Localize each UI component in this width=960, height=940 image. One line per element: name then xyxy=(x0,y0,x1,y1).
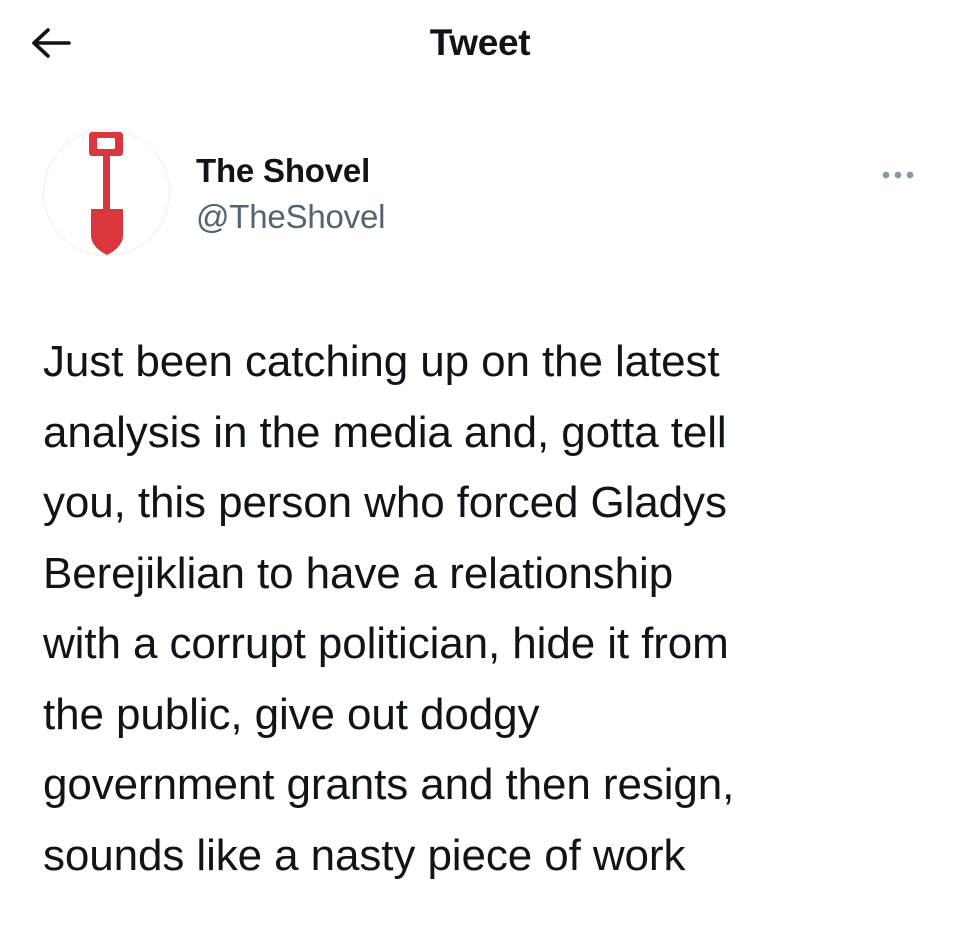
avatar[interactable] xyxy=(44,130,169,255)
more-horizontal-icon xyxy=(882,171,914,179)
page-title: Tweet xyxy=(429,22,531,63)
tweet-text-line: the public, give out dodgy xyxy=(43,689,540,739)
author-display-name[interactable]: The Shovel xyxy=(196,152,370,190)
tweet-text-line: Just been catching up on the latest xyxy=(43,337,720,386)
tweet-text: Just been catching up on the latest anal… xyxy=(43,327,933,891)
tweet-text-line: analysis in the media and, gotta tell xyxy=(43,407,727,457)
author-handle[interactable]: @TheShovel xyxy=(196,198,385,236)
tweet-text-line: government grants and then resign, xyxy=(43,760,735,809)
top-bar: Tweet xyxy=(0,0,960,90)
tweet-text-line: with a corrupt politician, hide it from xyxy=(43,619,729,668)
tweet-text-line: you, this person who forced Gladys xyxy=(43,478,727,527)
tweet-text-line: sounds like a nasty piece of work xyxy=(43,830,686,880)
shovel-icon xyxy=(88,131,123,255)
more-options-button[interactable] xyxy=(872,160,924,190)
tweet-author: The Shovel @TheShovel xyxy=(44,130,924,270)
tweet-text-line: Berejiklian to have a relationship xyxy=(43,548,674,598)
